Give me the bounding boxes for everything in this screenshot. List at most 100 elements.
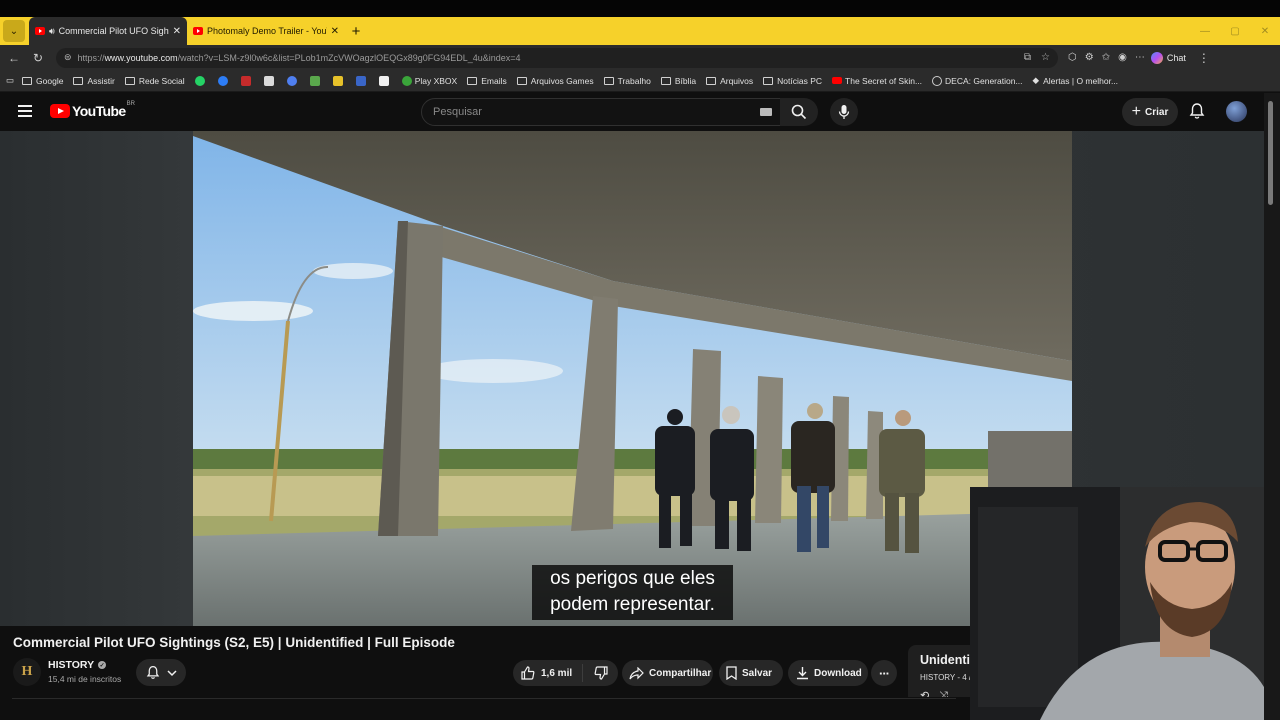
bookmark-label: Google — [36, 75, 64, 86]
bookmark-trabalho[interactable]: Trabalho — [603, 76, 651, 86]
bookmark-whatsapp[interactable] — [194, 75, 208, 86]
video-subtitle: os perigos que eles podem representar. — [532, 565, 733, 620]
tab-bar: ⌄ 🔊︎ Commercial Pilot UFO Sighting ✕ Pho… — [0, 17, 1280, 45]
like-dislike-group: 1,6 mil — [513, 660, 618, 686]
site-info-icon[interactable]: ⊜ — [64, 52, 72, 63]
avatar[interactable] — [1226, 101, 1247, 122]
bookmark-biblia[interactable]: Bíblia — [660, 76, 696, 86]
voice-search-button[interactable] — [830, 98, 858, 126]
youtube-favicon-icon — [193, 27, 203, 35]
folder-icon — [763, 76, 774, 85]
leaf-icon — [309, 75, 320, 86]
tab-commercial-pilot[interactable]: 🔊︎ Commercial Pilot UFO Sighting ✕ — [29, 17, 187, 45]
bookmark-star-icon[interactable]: ☆ — [1041, 52, 1050, 63]
reading-list-icon[interactable]: ▭ — [6, 75, 14, 86]
tab-close-icon[interactable]: ✕ — [331, 26, 339, 37]
webcam-overlay — [970, 487, 1264, 720]
bookmark-label: Arquivos — [720, 75, 754, 86]
tab-close-icon[interactable]: ✕ — [173, 26, 181, 37]
profile-icon[interactable]: ◉ — [1118, 52, 1127, 63]
maximize-icon[interactable]: ▢ — [1220, 26, 1250, 37]
bookmark-label: Rede Social — [138, 75, 185, 86]
bookmark-messenger[interactable] — [217, 75, 231, 86]
plus-icon: + — [1131, 103, 1141, 120]
url-field[interactable]: ⊜ https://www.youtube.com/watch?v=LSM-z9… — [56, 47, 1058, 68]
minimize-icon[interactable]: — — [1190, 26, 1220, 37]
keyboard-icon[interactable] — [760, 108, 772, 116]
like-button[interactable]: 1,6 mil — [513, 664, 583, 682]
youtube-play-icon — [50, 104, 70, 118]
address-bar-row: ← ↻ ⊜ https://www.youtube.com/watch?v=LS… — [0, 45, 1280, 70]
bookmark-star[interactable] — [286, 75, 300, 86]
subscription-notifications-button[interactable] — [136, 659, 186, 686]
share-label: Compartilhar — [649, 667, 712, 679]
bookmark-label: Play XBOX — [414, 75, 458, 86]
bookmark-assistir[interactable]: Assistir — [73, 76, 115, 86]
card-icon — [332, 75, 343, 86]
speaker-icon[interactable]: 🔊︎ — [49, 26, 55, 37]
install-app-icon[interactable]: ⧉ — [1024, 52, 1031, 63]
bookmark-alertas[interactable]: ◆ Alertas | O melhor... — [1033, 75, 1119, 86]
performance-icon[interactable]: ⚙ — [1085, 52, 1094, 63]
red-app-icon — [240, 75, 251, 86]
chart-icon — [355, 75, 366, 86]
dislike-button[interactable] — [583, 666, 618, 680]
playlist-title: Unidenti — [920, 653, 970, 667]
bookmark-grey[interactable] — [263, 75, 277, 86]
search-button[interactable] — [780, 98, 818, 126]
tab-search-button[interactable]: ⌄ — [3, 20, 25, 42]
youtube-logo[interactable]: YouTube BR — [50, 101, 135, 119]
info-divider — [0, 697, 970, 720]
more-actions-button[interactable]: ··· — [871, 660, 897, 686]
bookmark-green[interactable] — [309, 75, 323, 86]
omnibox-actions: ⧉ ☆ — [1024, 52, 1050, 63]
bookmark-emails[interactable]: Emails — [467, 76, 507, 86]
bookmark-red[interactable] — [240, 75, 254, 86]
reload-icon[interactable]: ↻ — [26, 51, 50, 65]
bookmark-blue[interactable] — [355, 75, 369, 86]
video-player[interactable]: os perigos que eles podem representar. — [193, 131, 1072, 626]
folder-icon — [124, 76, 135, 85]
menu-dots-icon[interactable]: ⋯ — [1135, 52, 1145, 63]
bookmark-secret-of-skin[interactable]: The Secret of Skin... — [832, 76, 922, 86]
bookmark-arquivos-games[interactable]: Arquivos Games — [516, 76, 594, 86]
close-window-icon[interactable]: ✕ — [1250, 26, 1280, 37]
tab-photomaly[interactable]: Photomaly Demo Trailer - YouTube ✕ — [187, 17, 345, 45]
chat-button[interactable]: Chat — [1150, 51, 1186, 64]
region-code: BR — [126, 101, 135, 107]
more-menu-icon[interactable]: ⋮ — [1192, 51, 1216, 65]
channel-avatar[interactable]: H — [13, 658, 41, 686]
bookmark-yellow[interactable] — [332, 75, 346, 86]
scrollbar-thumb[interactable] — [1268, 101, 1273, 205]
bookmark-label: Emails — [481, 75, 507, 86]
channel-name-link[interactable]: HISTORY ✓ — [48, 659, 107, 671]
folder-icon — [660, 76, 671, 85]
share-button[interactable]: Compartilhar — [622, 660, 713, 686]
create-label: Criar — [1144, 106, 1169, 118]
extensions-icon[interactable]: ⬡ — [1068, 52, 1077, 63]
bookmark-google[interactable]: Google — [22, 76, 63, 86]
search-input[interactable]: Pesquisar — [421, 98, 781, 126]
bookmarks-bar: ▭ Google Assistir Rede Social Play XBOX … — [0, 70, 1280, 92]
bookmark-s[interactable] — [378, 75, 392, 86]
menu-icon[interactable] — [18, 105, 32, 120]
back-icon[interactable]: ← — [2, 51, 26, 65]
bookmark-rede-social[interactable]: Rede Social — [124, 75, 185, 86]
save-button[interactable]: Salvar — [719, 660, 783, 686]
tab-title: Photomaly Demo Trailer - YouTube — [207, 26, 327, 36]
download-button[interactable]: Download — [788, 660, 868, 686]
bookmark-play-xbox[interactable]: Play XBOX — [401, 75, 458, 86]
globe-icon — [932, 75, 943, 86]
bookmark-deca[interactable]: DECA: Generation... — [932, 75, 1023, 86]
favorites-icon[interactable]: ✩ — [1102, 52, 1110, 63]
bookmark-label: The Secret of Skin... — [845, 75, 923, 86]
notifications-button[interactable] — [1189, 102, 1205, 125]
page-scrollbar[interactable] — [1264, 93, 1280, 720]
window-controls: — ▢ ✕ — [1190, 17, 1280, 45]
url-domain: www.youtube.com — [104, 52, 178, 63]
new-tab-button[interactable]: + — [345, 17, 367, 45]
bookmark-noticias-pc[interactable]: Notícias PC — [763, 76, 822, 86]
thumbs-up-icon — [521, 666, 535, 680]
create-button[interactable]: + Criar — [1122, 98, 1178, 126]
bookmark-arquivos[interactable]: Arquivos — [706, 76, 753, 86]
